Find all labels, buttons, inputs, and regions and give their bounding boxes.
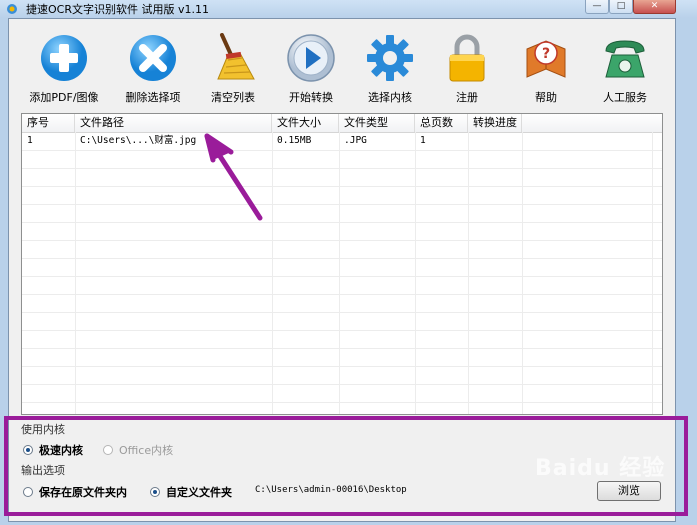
column-header-path[interactable]: 文件路径 — [75, 114, 272, 132]
plus-circle-icon — [41, 35, 87, 81]
grid-line — [22, 168, 662, 169]
toolbar-label: 选择内核 — [368, 91, 412, 104]
column-header-pages[interactable]: 总页数 — [415, 114, 468, 132]
toolbar-label: 帮助 — [535, 91, 557, 104]
grid-line — [22, 312, 662, 313]
play-circle-icon — [287, 34, 335, 82]
cell-path: C:\Users\...\财富.jpg — [80, 135, 197, 146]
close-button[interactable]: ✕ — [633, 0, 676, 14]
grid-line — [22, 150, 662, 151]
cell-index: 1 — [27, 135, 33, 146]
title-bar[interactable]: 捷速OCR文字识别软件 试用版 v1.11 — □ ✕ — [0, 0, 697, 18]
grid-line — [468, 132, 469, 414]
grid-line — [22, 366, 662, 367]
grid-line — [272, 132, 273, 414]
x-circle-icon — [130, 35, 176, 81]
grid-line — [415, 132, 416, 414]
delete-selected-button[interactable]: 删除选择项 — [115, 29, 191, 109]
broom-icon — [217, 33, 255, 80]
maximize-button[interactable]: □ — [609, 0, 633, 14]
cell-type: .JPG — [344, 135, 367, 146]
cell-progress — [468, 132, 522, 150]
grid-line — [22, 276, 662, 277]
table-row[interactable]: 1 C:\Users\...\财富.jpg 0.15MB .JPG 1 — [22, 132, 662, 150]
toolbar-label: 添加PDF/图像 — [29, 91, 99, 104]
column-header-size[interactable]: 文件大小 — [272, 114, 339, 132]
grid-line — [75, 132, 76, 414]
telephone-icon — [605, 40, 645, 78]
grid-line — [22, 402, 662, 403]
cell-pages: 1 — [420, 135, 426, 146]
grid-line — [22, 294, 662, 295]
toolbar-label: 人工服务 — [603, 91, 647, 104]
column-header-index[interactable]: 序号 — [22, 114, 75, 132]
grid-line — [22, 330, 662, 331]
app-icon — [7, 4, 17, 14]
lock-icon — [449, 34, 485, 82]
svg-text:?: ? — [542, 46, 550, 62]
register-button[interactable]: 注册 — [429, 29, 505, 109]
select-kernel-button[interactable]: 选择内核 — [352, 29, 428, 109]
manual-service-button[interactable]: 人工服务 — [587, 29, 663, 109]
grid-line — [22, 258, 662, 259]
minimize-button[interactable]: — — [585, 0, 609, 14]
toolbar-label: 清空列表 — [211, 91, 255, 104]
start-convert-button[interactable]: 开始转换 — [273, 29, 349, 109]
grid-line — [339, 132, 340, 414]
toolbar-label: 注册 — [456, 91, 478, 104]
clear-list-button[interactable]: 清空列表 — [195, 29, 271, 109]
table-header: 序号 文件路径 文件大小 文件类型 总页数 转换进度 — [22, 114, 662, 133]
help-button[interactable]: ? 帮助 — [508, 29, 584, 109]
grid-line — [22, 204, 662, 205]
grid-line — [652, 132, 653, 414]
column-header-type[interactable]: 文件类型 — [339, 114, 415, 132]
toolbar-label: 开始转换 — [289, 91, 333, 104]
add-pdf-image-button[interactable]: 添加PDF/图像 — [26, 29, 102, 109]
grid-line — [22, 348, 662, 349]
grid-line — [22, 240, 662, 241]
watermark-logo: Baidu 经验 — [535, 456, 666, 481]
file-list-table[interactable]: 序号 文件路径 文件大小 文件类型 总页数 转换进度 1 C:\Users\..… — [21, 113, 663, 415]
gear-icon — [367, 35, 413, 81]
cell-size: 0.15MB — [277, 135, 312, 146]
grid-line — [22, 186, 662, 187]
toolbar-label: 删除选择项 — [125, 91, 181, 104]
grid-line — [22, 222, 662, 223]
grid-line — [522, 132, 523, 414]
window-title: 捷速OCR文字识别软件 试用版 v1.11 — [26, 3, 209, 16]
grid-line — [22, 384, 662, 385]
column-header-progress[interactable]: 转换进度 — [468, 114, 522, 132]
help-book-icon: ? — [526, 40, 566, 78]
